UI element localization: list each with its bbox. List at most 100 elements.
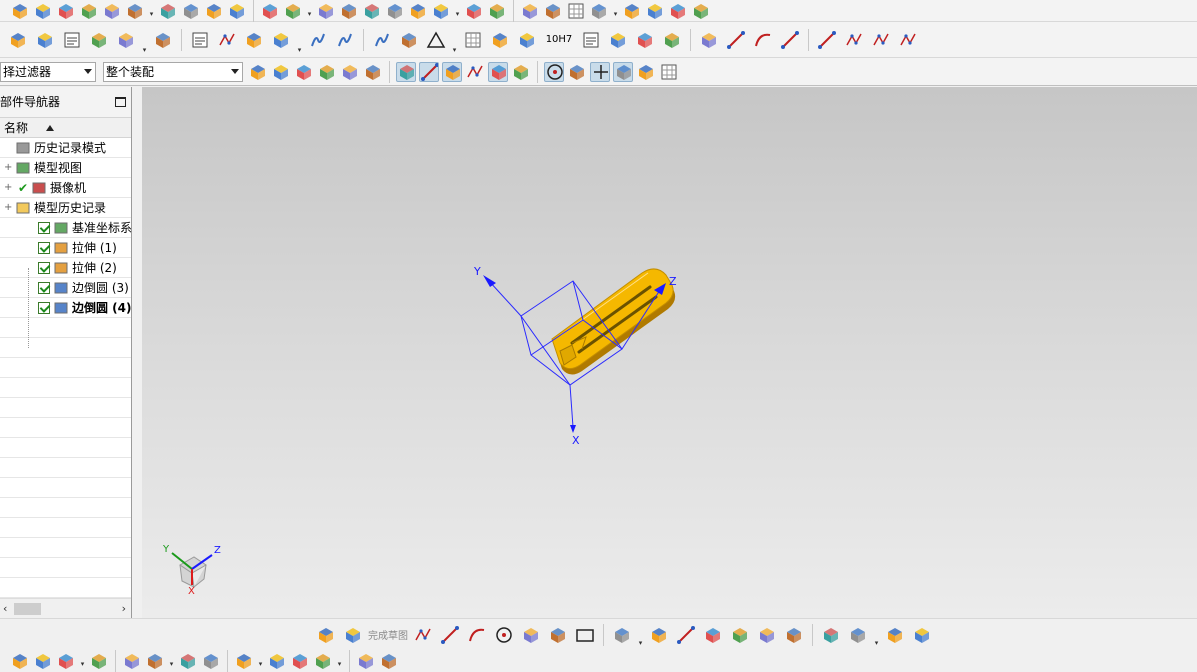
triangle-icon[interactable]: [424, 29, 448, 51]
selection-filter-dropdown[interactable]: 择过滤器: [0, 62, 96, 82]
wcs-icon[interactable]: [248, 62, 268, 82]
dropdown-arrow-icon[interactable]: ▾: [257, 660, 264, 668]
point-tool-icon[interactable]: [647, 624, 671, 646]
bridge-icon[interactable]: [622, 1, 642, 21]
tree-node[interactable]: 边倒圆 (4): [0, 298, 132, 318]
profile-icon[interactable]: [411, 624, 435, 646]
dropdown-arrow-icon[interactable]: ▾: [873, 639, 880, 647]
layers-icon[interactable]: [6, 29, 30, 51]
constraint-assy-icon[interactable]: [145, 651, 165, 671]
tree-node[interactable]: 拉伸 (2): [0, 258, 131, 278]
spline-icon[interactable]: [815, 29, 839, 51]
visibility-checkbox[interactable]: [38, 262, 50, 274]
dropdown-arrow-icon[interactable]: ▾: [454, 10, 461, 18]
center-icon[interactable]: [544, 61, 564, 82]
trim-icon[interactable]: [464, 1, 484, 21]
revolve-icon[interactable]: [339, 1, 359, 21]
display-constraints-icon[interactable]: [910, 624, 934, 646]
normal-icon[interactable]: [636, 62, 656, 82]
pattern-icon[interactable]: [181, 1, 201, 21]
select-icon[interactable]: [271, 62, 291, 82]
route-icon[interactable]: [379, 651, 399, 671]
studio-spline-icon[interactable]: [674, 624, 698, 646]
tolerance-button[interactable]: 10H7: [542, 29, 576, 51]
section-icon[interactable]: [668, 1, 688, 21]
sheet-icon[interactable]: [316, 1, 336, 21]
coil-icon[interactable]: [306, 29, 330, 51]
assembly-icon[interactable]: [697, 29, 721, 51]
face-icon[interactable]: [340, 62, 360, 82]
measure-tool-icon[interactable]: [290, 651, 310, 671]
spring-icon[interactable]: [333, 29, 357, 51]
box-pair-icon[interactable]: [151, 29, 175, 51]
mirror-icon[interactable]: [431, 1, 451, 21]
block-icon[interactable]: [10, 1, 30, 21]
expand-icon[interactable]: +: [4, 198, 12, 218]
sketch-pad-icon[interactable]: [60, 29, 84, 51]
scrollbar-thumb[interactable]: [14, 603, 41, 615]
clone-icon[interactable]: [267, 651, 287, 671]
view-icon[interactable]: [10, 651, 30, 671]
dimension-arrow-icon[interactable]: [606, 29, 630, 51]
text-abc-icon[interactable]: [188, 29, 212, 51]
array-icon[interactable]: [204, 1, 224, 21]
intersection-icon[interactable]: [488, 61, 508, 82]
dropdown-arrow-icon[interactable]: ▾: [148, 10, 155, 18]
horizontal-scrollbar[interactable]: ‹ ›: [0, 598, 131, 618]
tree-node[interactable]: 基准坐标系: [0, 218, 132, 238]
wave-icon[interactable]: [234, 651, 254, 671]
cone-icon[interactable]: [408, 1, 428, 21]
expand-icon[interactable]: +: [4, 178, 12, 198]
cube-icon[interactable]: [56, 1, 76, 21]
gears-icon[interactable]: [515, 29, 539, 51]
visibility-checkbox[interactable]: [38, 222, 50, 234]
analysis-icon[interactable]: [313, 651, 333, 671]
tree-node[interactable]: 边倒圆 (3): [0, 278, 131, 298]
shell-icon[interactable]: [125, 1, 145, 21]
visibility-checkbox[interactable]: [38, 302, 50, 314]
surface-warp-icon[interactable]: [242, 29, 266, 51]
move-icon[interactable]: [89, 651, 109, 671]
grid-icon[interactable]: [659, 62, 679, 82]
fillet-curve-icon[interactable]: [842, 29, 866, 51]
mirror-tool-icon[interactable]: [819, 624, 843, 646]
surface-icon[interactable]: [487, 1, 507, 21]
sew-icon[interactable]: [691, 1, 711, 21]
project-curve-icon[interactable]: [896, 29, 920, 51]
tree-node[interactable]: 历史记录模式: [0, 138, 131, 158]
dropdown-arrow-icon[interactable]: ▾: [637, 639, 644, 647]
offset-curve-icon[interactable]: [869, 29, 893, 51]
column-header-name[interactable]: 名称: [0, 117, 131, 138]
tree-node[interactable]: + 模型历史记录: [0, 198, 131, 218]
wedge-icon[interactable]: [260, 1, 280, 21]
add-component-icon[interactable]: [56, 651, 76, 671]
cylinder-icon[interactable]: [33, 1, 53, 21]
dropdown-arrow-icon[interactable]: ▾: [306, 10, 313, 18]
dimension-tool-icon[interactable]: [883, 624, 907, 646]
arc-tool-icon[interactable]: [465, 624, 489, 646]
dropdown-arrow-icon[interactable]: ▾: [141, 46, 148, 54]
scroll-right-icon[interactable]: ›: [122, 602, 126, 615]
patch-icon[interactable]: [589, 1, 609, 21]
dropdown-arrow-icon[interactable]: ▾: [168, 660, 175, 668]
symbol-icon[interactable]: [488, 29, 512, 51]
rectangle-icon[interactable]: [573, 624, 597, 646]
box-select-icon[interactable]: [317, 62, 337, 82]
tube-icon[interactable]: [385, 1, 405, 21]
measure-icon[interactable]: [269, 29, 293, 51]
part-model[interactable]: [551, 268, 676, 375]
polygon-icon[interactable]: [610, 624, 634, 646]
scope-dropdown[interactable]: 整个装配: [103, 62, 243, 82]
visibility-checkbox[interactable]: [38, 242, 50, 254]
boss-icon[interactable]: [158, 1, 178, 21]
constraint-icon[interactable]: [846, 624, 870, 646]
image-icon[interactable]: [33, 651, 53, 671]
body-icon[interactable]: [363, 62, 383, 82]
explode-icon[interactable]: [178, 651, 198, 671]
sequence-icon[interactable]: [201, 651, 221, 671]
chamfer-tool-icon[interactable]: [546, 624, 570, 646]
deviation-icon[interactable]: [356, 651, 376, 671]
tolerance-icon[interactable]: [633, 29, 657, 51]
sketch-icon[interactable]: [314, 624, 338, 646]
sweep-icon[interactable]: [227, 1, 247, 21]
